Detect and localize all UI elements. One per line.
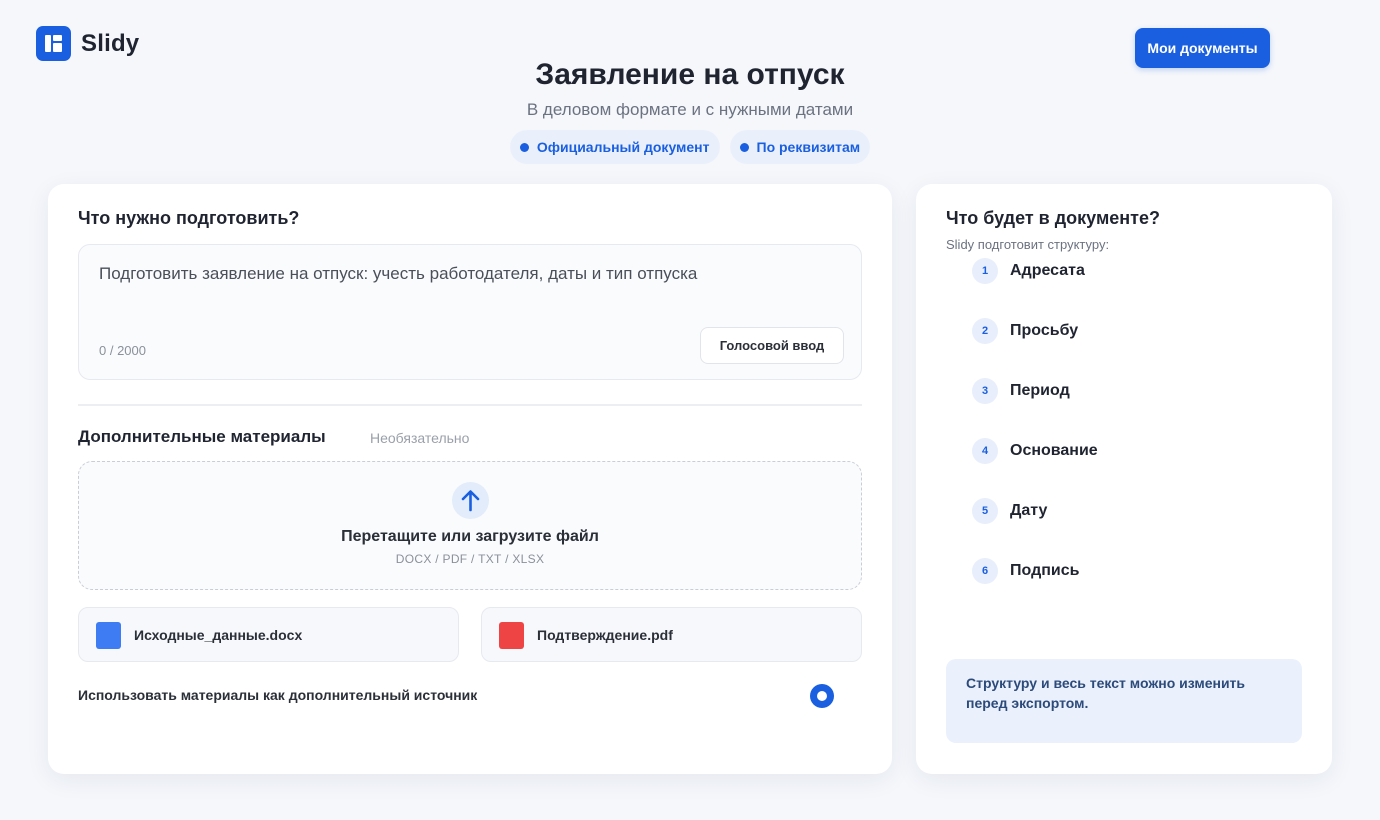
optional-label: Необязательно <box>370 430 470 446</box>
app-name: Slidy <box>81 29 140 57</box>
file-name: Исходные_данные.docx <box>134 627 303 643</box>
chip-official-document: Официальный документ <box>509 130 720 164</box>
prompt-input[interactable]: Подготовить заявление на отпуск: учесть … <box>78 244 862 380</box>
structure-subtitle: Slidy подготовит структуру: <box>946 237 1110 252</box>
attached-file[interactable]: Подтверждение.pdf <box>481 607 862 662</box>
step-label: Подпись <box>1010 562 1080 579</box>
dropzone-title: Перетащите или загрузите файл <box>341 528 599 545</box>
chip-label: По реквизитам <box>756 139 861 155</box>
chip-by-requisites: По реквизитам <box>729 130 871 164</box>
edit-note: Структуру и весь текст можно изменить пе… <box>946 659 1302 743</box>
step-number: 3 <box>972 378 998 404</box>
step-label: Дату <box>1010 502 1048 519</box>
step-number: 6 <box>972 558 998 584</box>
use-as-source-toggle[interactable] <box>810 684 834 708</box>
structure-title: Что будет в документе? <box>946 208 1160 228</box>
step-number: 4 <box>972 438 998 464</box>
step-number: 1 <box>972 258 998 284</box>
step-number: 2 <box>972 318 998 344</box>
pdf-file-icon <box>499 622 524 649</box>
upload-arrow-icon <box>452 482 489 519</box>
attached-file[interactable]: Исходные_данные.docx <box>78 607 459 662</box>
step-label: Просьбу <box>1010 322 1079 339</box>
prompt-text: Подготовить заявление на отпуск: учесть … <box>99 264 698 283</box>
dot-icon <box>519 142 529 152</box>
page-title: Заявление на отпуск <box>535 58 845 91</box>
request-card: Что нужно подготовить? Подготовить заявл… <box>48 184 892 774</box>
step-number: 5 <box>972 498 998 524</box>
divider <box>78 404 862 406</box>
hero: Заявление на отпуск В деловом формате и … <box>0 58 1380 164</box>
step-label: Период <box>1010 382 1070 399</box>
app-logo[interactable]: Slidy <box>36 26 139 61</box>
step-label: Адресата <box>1010 262 1085 279</box>
page-subtitle: В деловом формате и с нужными датами <box>526 100 854 119</box>
use-as-source-label: Использовать материалы как дополнительны… <box>78 687 478 703</box>
feature-chips: Официальный документ По реквизитам <box>0 130 1380 164</box>
structure-card: Что будет в документе? Slidy подготовит … <box>916 184 1332 774</box>
chip-label: Официальный документ <box>536 139 710 155</box>
request-title: Что нужно подготовить? <box>78 208 300 228</box>
file-name: Подтверждение.pdf <box>537 627 673 643</box>
char-counter: 0 / 2000 <box>99 343 146 358</box>
dot-icon <box>739 142 749 152</box>
docx-file-icon <box>96 622 121 649</box>
logo-icon <box>36 26 71 61</box>
extra-materials-title: Дополнительные материалы <box>78 427 326 446</box>
dropzone-formats: DOCX / PDF / TXT / XLSX <box>395 552 545 566</box>
voice-input-button[interactable]: Голосовой ввод <box>700 327 844 364</box>
page: Slidy Мои документы Заявление на отпуск … <box>0 0 1380 820</box>
file-dropzone[interactable]: Перетащите или загрузите файл DOCX / PDF… <box>78 461 862 590</box>
step-label: Основание <box>1010 442 1098 459</box>
